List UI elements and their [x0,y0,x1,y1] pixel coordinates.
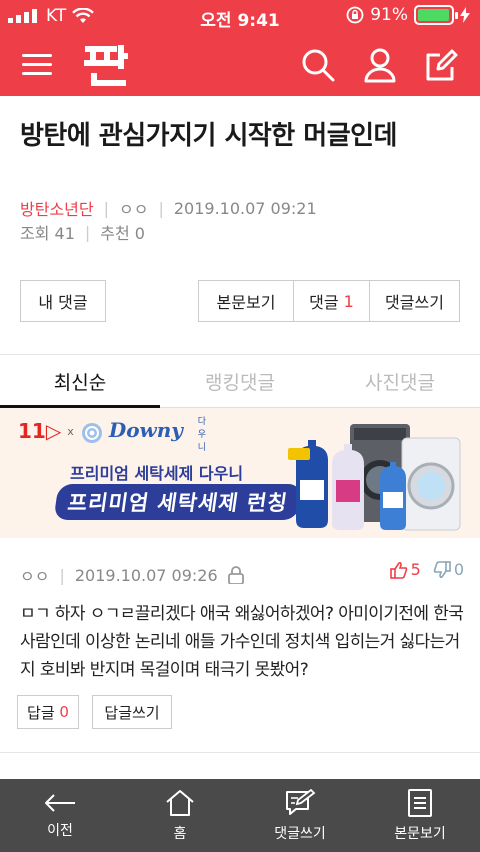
lock-icon[interactable] [227,566,244,584]
thumbs-down-icon [433,560,451,578]
post-title: 방탄에 관심가지기 시작한 머글인데 [20,121,397,151]
nav-view-post[interactable]: 본문보기 [360,779,480,852]
status-bar: KT 오전 9:41 91% [0,0,480,34]
write-reply-button[interactable]: 답글쓰기 [92,695,172,729]
reply-button[interactable]: 답글 0 [17,695,79,729]
write-comment-label: 댓글쓰기 [385,293,444,312]
downy-logo: Downy 다우니 [80,417,206,453]
write-reply-label: 답글쓰기 [104,703,160,722]
meta-separator: | [59,565,65,585]
comment-text: ㅁㄱ 하자 ㅇㄱㄹ끌리겠다 애국 왜싫어하겠어? 아미이기전에 한국사람인데 이… [20,604,464,680]
meta-separator: | [84,222,91,242]
comment-author: ㅇㅇ [20,567,50,586]
back-arrow-icon [45,793,75,812]
battery-percent: 91% [370,5,408,25]
meta-separator: | [103,198,109,218]
thumbs-up-icon [389,561,407,579]
tab-latest[interactable]: 최신순 [0,355,160,408]
page: KT 오전 9:41 91% 방탄에 관심가지기 시작한 머글인데 방탄소년단 … [0,0,480,852]
nav-label: 본문보기 [394,825,446,842]
post-author: ㅇㅇ [119,200,149,219]
status-right: 91% [346,5,470,25]
nav-write-comment[interactable]: 댓글쓰기 [240,779,360,852]
post-stats: 조회 41 | 추천 0 [20,220,145,244]
nav-home[interactable]: 홈 [120,779,240,852]
comments-button[interactable]: 댓글 1 [293,281,369,321]
write-comment-icon [286,788,316,815]
tab-ranking[interactable]: 랭킹댓글 [160,355,320,407]
comment-datetime: 2019.10.07 09:26 [74,565,218,585]
comment-votes: 5 0 [389,560,464,579]
comments-label: 댓글 [309,293,339,312]
my-comments-label: 내 댓글 [38,293,88,312]
search-icon[interactable] [300,47,336,83]
ad-x: x [67,424,74,438]
detergent-products-image [288,424,461,531]
battery-icon [414,5,458,25]
tab-label: 최신순 [53,371,107,394]
downvote-button[interactable]: 0 [433,560,464,579]
downy-brand: Downy [108,418,183,442]
app-bar [0,34,480,96]
view-post-button[interactable]: 본문보기 [199,281,293,321]
reply-label: 답글 [27,703,55,722]
compose-icon[interactable] [424,47,460,83]
ad-banner[interactable]: 11▷ x Downy 다우니 프리미엄 세탁세제 다우니 프리미엄 세탁세제 … [0,408,480,538]
post-category[interactable]: 방탄소년단 [20,196,94,220]
write-comment-button[interactable]: 댓글쓰기 [369,281,459,321]
tab-label: 랭킹댓글 [205,371,275,394]
flower-icon [81,422,102,443]
partner-logo: 11▷ [18,419,62,444]
home-icon [166,789,194,816]
document-icon [408,788,432,817]
reply-count: 0 [59,703,69,721]
charging-icon [460,7,470,23]
nav-label: 홈 [173,825,187,842]
comments-count: 1 [343,291,354,311]
upvote-count: 5 [410,560,421,579]
meta-separator: | [158,198,164,218]
view-post-label: 본문보기 [216,293,276,312]
user-icon[interactable] [362,47,398,83]
nav-back[interactable]: 이전 [0,779,120,852]
ad-tagline: 프리미엄 세탁세제 런칭 [53,484,303,520]
comment-sort-tabs: 최신순 랭킹댓글 사진댓글 [0,354,480,408]
post-meta: 방탄소년단 | ㅇㅇ | 2019.10.07 09:21 [20,196,317,220]
bottom-nav: 이전 홈 댓글쓰기 본문보기 [0,779,480,852]
downvote-count: 0 [453,560,464,579]
divider [0,752,480,753]
pann-logo[interactable] [84,43,130,87]
post-views: 조회 41 [20,224,75,243]
upvote-button[interactable]: 5 [389,560,421,579]
tab-label: 사진댓글 [365,371,435,394]
ad-headline: 프리미엄 세탁세제 다우니 [70,464,244,483]
post-recommends: 추천 0 [100,224,145,243]
orientation-lock-icon [346,6,364,24]
menu-icon[interactable] [20,50,56,80]
my-comments-button[interactable]: 내 댓글 [20,280,106,322]
downy-brand-ko: 다우니 [197,417,207,453]
tab-photo[interactable]: 사진댓글 [320,355,480,407]
post-actions: 본문보기 댓글 1 댓글쓰기 [198,280,460,322]
ad-brand: 11▷ x Downy 다우니 [18,417,206,453]
post-datetime: 2019.10.07 09:21 [173,198,317,218]
nav-label: 댓글쓰기 [274,825,326,842]
nav-label: 이전 [47,822,73,839]
